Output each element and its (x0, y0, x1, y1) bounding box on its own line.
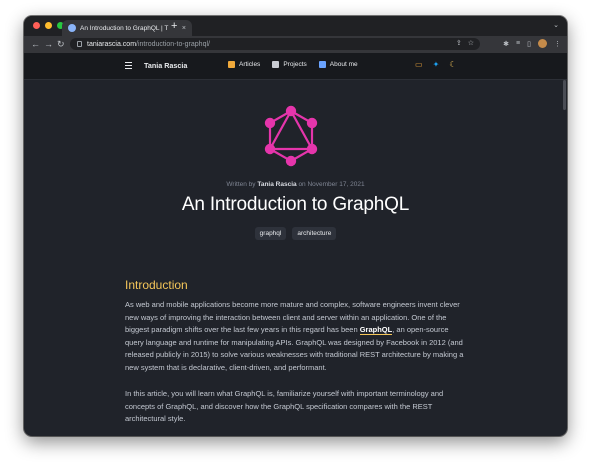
author-link[interactable]: Tania Rascia (257, 181, 296, 188)
floppy-disk-icon (318, 61, 326, 68)
share-icon[interactable]: ⇪ (456, 39, 462, 47)
site-navbar: Tania Rascia Articles Projects About me … (24, 53, 567, 80)
tab-search-icon[interactable]: ⌄ (553, 21, 559, 29)
intro-paragraph: As web and mobile applications become mo… (125, 300, 464, 372)
tag-graphql[interactable]: graphql (254, 227, 287, 240)
site-brand-link[interactable]: Tania Rascia (144, 61, 187, 70)
reading-list-icon[interactable]: ≡ (516, 40, 520, 47)
tab-title: An Introduction to GraphQL | T (80, 24, 169, 32)
twitter-icon[interactable]: ✦ (433, 60, 440, 70)
browser-menu-icon[interactable]: ⋮ (554, 40, 561, 48)
toolbox-icon (272, 61, 280, 68)
nav-articles-link[interactable]: Articles (228, 61, 260, 68)
article-byline: Written by Tania Rascia on November 17, … (226, 181, 365, 188)
article-title: An Introduction to GraphQL (181, 194, 410, 215)
notebook-icon (228, 61, 235, 68)
hamburger-menu-icon[interactable] (125, 62, 132, 71)
browser-window: An Introduction to GraphQL | T × + ⌄ ← →… (24, 16, 567, 436)
back-button[interactable]: ← (31, 38, 40, 51)
new-tab-button[interactable]: + (171, 19, 177, 33)
site-nav-links: Articles Projects About me (228, 61, 358, 68)
nav-about-link[interactable]: About me (318, 61, 358, 68)
page-scrollbar[interactable] (563, 80, 566, 110)
window-controls (33, 22, 64, 29)
rss-icon[interactable]: ▭ (415, 60, 423, 70)
forward-button[interactable]: → (44, 38, 53, 51)
reload-button[interactable]: ↻ (57, 38, 65, 51)
profile-avatar[interactable] (538, 39, 547, 48)
extensions-icon[interactable]: ✱ (503, 40, 509, 48)
browser-toolbar: ← → ↻ taniarascia.com/introduction-to-gr… (24, 36, 567, 53)
side-panel-icon[interactable]: ▯ (527, 40, 531, 48)
graphql-logo-icon (264, 105, 318, 167)
nav-projects-link[interactable]: Projects (272, 61, 307, 68)
article-tags: graphql architecture (24, 227, 567, 240)
lock-icon (77, 41, 82, 47)
bookmark-star-icon[interactable]: ☆ (468, 39, 474, 47)
tab-strip: An Introduction to GraphQL | T × + ⌄ (24, 16, 567, 36)
site-nav-actions: ▭ ✦ ☾ (415, 60, 456, 70)
close-window-button[interactable] (33, 22, 40, 29)
tab-close-icon[interactable]: × (182, 25, 186, 32)
tag-architecture[interactable]: architecture (292, 227, 337, 240)
address-bar[interactable]: taniarascia.com/introduction-to-graphql/… (70, 38, 480, 50)
section-heading-introduction: Introduction (125, 278, 188, 292)
favicon-icon (68, 24, 76, 32)
moon-icon[interactable]: ☾ (449, 60, 456, 70)
overview-paragraph: In this article, you will learn what Gra… (125, 389, 444, 424)
url-text: taniarascia.com/introduction-to-graphql/ (87, 40, 210, 48)
minimize-window-button[interactable] (45, 22, 52, 29)
graphql-link[interactable]: GraphQL (359, 325, 393, 336)
